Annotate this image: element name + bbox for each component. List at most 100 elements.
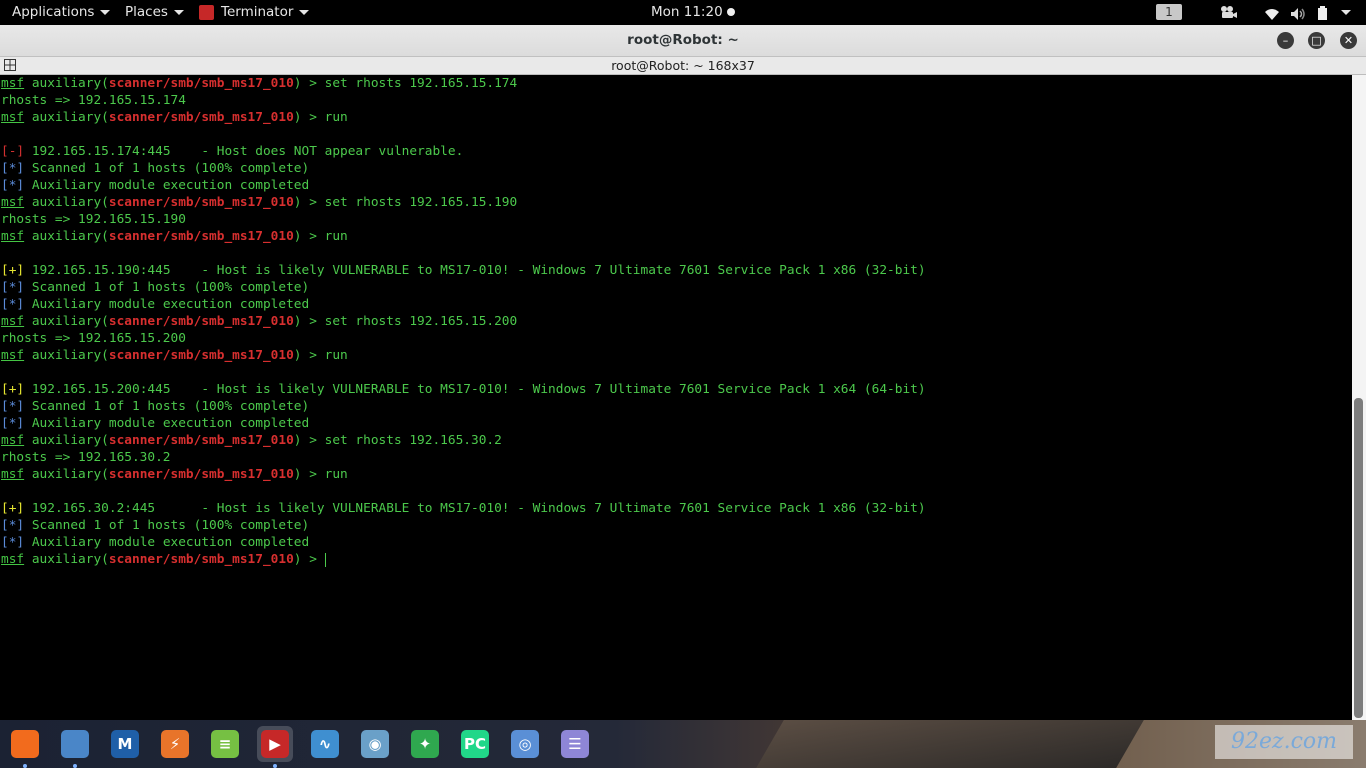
app-menu[interactable]: Terminator	[199, 0, 310, 25]
status-tag: [+]	[1, 382, 25, 397]
running-indicator	[273, 764, 277, 768]
dock-launcher[interactable]: ≡	[207, 726, 243, 762]
dock-launcher[interactable]: ◉	[357, 726, 393, 762]
prompt-module: scanner/smb/smb_ms17_010	[108, 552, 294, 567]
clock[interactable]: Mon 11:20	[651, 0, 735, 25]
prompt-module: scanner/smb/smb_ms17_010	[108, 195, 294, 210]
terminal-cursor	[324, 552, 326, 567]
terminal-line: rhosts => 192.165.15.190	[0, 211, 1352, 228]
terminal-line: msf auxiliary(scanner/smb/smb_ms17_010) …	[1, 552, 326, 567]
command-text: set rhosts 192.165.15.200	[324, 314, 518, 329]
window-titlebar[interactable]: root@Robot: ~ – □ ✕	[0, 25, 1366, 57]
terminal-line: rhosts => 192.165.30.2	[0, 449, 1352, 466]
dock-launcher[interactable]: ☰	[557, 726, 593, 762]
terminal-line: [+] 192.165.15.190:445 - Host is likely …	[0, 262, 1352, 279]
metasploit-icon: M	[111, 730, 139, 758]
wireshark-icon: ∿	[311, 730, 339, 758]
dock-launcher[interactable]: PC	[457, 726, 493, 762]
terminal-tab-bar: root@Robot: ~ 168x37	[0, 57, 1366, 75]
system-menu[interactable]	[1335, 0, 1351, 25]
chevron-down-icon	[173, 9, 184, 15]
command-text: set rhosts 192.165.30.2	[324, 433, 502, 448]
prompt-module: scanner/smb/smb_ms17_010	[108, 348, 294, 363]
scrollbar[interactable]	[1352, 75, 1366, 720]
status-text: Auxiliary module execution completed	[31, 178, 310, 193]
dock-launcher[interactable]: ⚡	[157, 726, 193, 762]
status-tag: [-]	[1, 144, 25, 159]
prompt-msf: msf	[1, 314, 25, 329]
maximize-button[interactable]: □	[1308, 32, 1325, 49]
prompt-msf: msf	[1, 552, 25, 567]
command-text: run	[324, 467, 348, 482]
recording-dot-icon	[726, 8, 735, 16]
top-panel: Applications Places Terminator Mon 11:20…	[0, 0, 1366, 25]
close-button[interactable]: ✕	[1340, 32, 1357, 49]
running-indicator	[23, 764, 27, 768]
terminal-line: msf auxiliary(scanner/smb/smb_ms17_010) …	[1, 110, 348, 125]
prompt-module: scanner/smb/smb_ms17_010	[108, 314, 294, 329]
dock-launcher[interactable]	[7, 726, 43, 768]
status-tag: [*]	[1, 399, 25, 414]
clock-label: Mon 11:20	[651, 4, 723, 20]
output-text: rhosts => 192.165.15.190	[1, 212, 186, 227]
status-text: Scanned 1 of 1 hosts (100% complete)	[31, 399, 310, 414]
dock-launcher[interactable]: ◎	[507, 726, 543, 762]
terminal-line: [*] Auxiliary module execution completed	[0, 534, 1352, 551]
status-text: Scanned 1 of 1 hosts (100% complete)	[31, 161, 310, 176]
terminal-line: [*] Scanned 1 of 1 hosts (100% complete)	[0, 160, 1352, 177]
terminal-line: msf auxiliary(scanner/smb/smb_ms17_010) …	[1, 348, 348, 363]
terminal-line: msf auxiliary(scanner/smb/smb_ms17_010) …	[1, 76, 518, 91]
output-text: rhosts => 192.165.15.200	[1, 331, 186, 346]
applications-menu[interactable]: Applications	[12, 0, 111, 25]
terminal-line: [+] 192.165.15.200:445 - Host is likely …	[0, 381, 1352, 398]
app-menu-label: Terminator	[221, 4, 294, 20]
prompt-module: scanner/smb/smb_ms17_010	[108, 76, 294, 91]
status-tag: [+]	[1, 263, 25, 278]
chevron-down-icon	[1341, 9, 1351, 15]
status-text: Auxiliary module execution completed	[31, 297, 310, 312]
places-menu[interactable]: Places	[125, 0, 184, 25]
dock-launcher[interactable]: ✦	[407, 726, 443, 762]
pycharm-icon: PC	[461, 730, 489, 758]
terminal-line: msf auxiliary(scanner/smb/smb_ms17_010) …	[1, 229, 348, 244]
wallpaper-road	[756, 720, 1144, 768]
terminal-title: root@Robot: ~ 168x37	[611, 58, 755, 73]
dock-launcher[interactable]: ∿	[307, 726, 343, 762]
terminal-line: [*] Scanned 1 of 1 hosts (100% complete)	[0, 517, 1352, 534]
terminal-line: msf auxiliary(scanner/smb/smb_ms17_010) …	[1, 467, 348, 482]
dock: M ⚡ ≡ ▶ ∿ ◉ ✦ PC ◎ ☰ 92ez.com	[0, 720, 1366, 768]
command-text: run	[324, 348, 348, 363]
terminator-icon: ▶	[261, 730, 289, 758]
command-text: run	[324, 110, 348, 125]
terminal-line: [*] Scanned 1 of 1 hosts (100% complete)	[0, 398, 1352, 415]
burpsuite-icon: ⚡	[161, 730, 189, 758]
terminal-line: msf auxiliary(scanner/smb/smb_ms17_010) …	[1, 314, 518, 329]
chromium-icon: ◎	[511, 730, 539, 758]
eye-icon: ◉	[361, 730, 389, 758]
prompt-module: scanner/smb/smb_ms17_010	[108, 229, 294, 244]
minimize-button[interactable]: –	[1277, 32, 1294, 49]
terminal-line: [*] Auxiliary module execution completed	[0, 177, 1352, 194]
dock-launcher[interactable]: M	[107, 726, 143, 762]
terminal-output[interactable]: msf auxiliary(scanner/smb/smb_ms17_010) …	[0, 75, 1352, 720]
terminal-line: [+] 192.165.30.2:445 - Host is likely VU…	[0, 500, 1352, 517]
status-tag: [*]	[1, 178, 25, 193]
status-tag: [*]	[1, 535, 25, 550]
prompt-msf: msf	[1, 348, 25, 363]
dock-launcher[interactable]	[57, 726, 93, 768]
status-text: Auxiliary module execution completed	[31, 535, 310, 550]
workspace-indicator[interactable]: 1	[1156, 4, 1182, 20]
applications-label: Applications	[12, 4, 95, 20]
status-text: 192.165.15.174:445 - Host does NOT appea…	[31, 144, 464, 159]
terminal-line: rhosts => 192.165.15.200	[0, 330, 1352, 347]
status-text: 192.165.15.190:445 - Host is likely VULN…	[31, 263, 926, 278]
watermark: 92ez.com	[1215, 725, 1353, 759]
scrollbar-thumb[interactable]	[1354, 398, 1363, 718]
terminal-line: [*] Auxiliary module execution completed	[0, 415, 1352, 432]
terminal-line: msf auxiliary(scanner/smb/smb_ms17_010) …	[1, 195, 518, 210]
dock-launcher[interactable]: ▶	[257, 726, 293, 768]
prompt-msf: msf	[1, 433, 25, 448]
